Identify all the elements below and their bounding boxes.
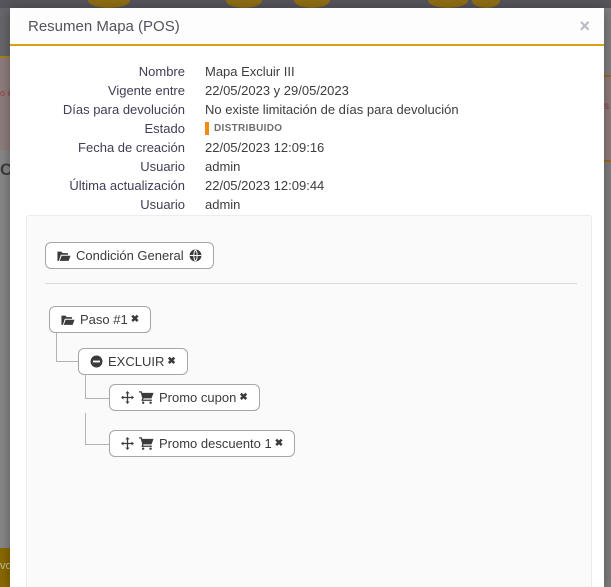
background-logo-blob — [226, 0, 262, 8]
summary-row: Estado DISTRIBUIDO — [10, 119, 604, 138]
remove-icon[interactable]: ✖ — [239, 392, 247, 403]
background-logo-blob — [472, 0, 500, 8]
background-heading-fragment: CI — [0, 160, 10, 179]
background-logo-blob — [88, 0, 130, 8]
background-alert-text-right: s — [604, 101, 609, 112]
status-text: DISTRIBUIDO — [214, 123, 283, 134]
tree-node-condicion-general[interactable]: Condición General — [45, 242, 214, 269]
summary-value: Mapa Excluir III — [205, 64, 295, 79]
resumen-mapa-modal: Resumen Mapa (POS) × Nombre Mapa Excluir… — [10, 8, 604, 587]
remove-icon[interactable]: ✖ — [131, 314, 139, 325]
close-icon[interactable]: × — [579, 17, 590, 35]
tree-connector — [85, 413, 110, 445]
tree-node-label: Promo descuento 1 — [159, 436, 272, 451]
tree-node-label: Condición General — [76, 248, 184, 263]
background-header-strip — [0, 8, 10, 56]
tree-node-excluir[interactable]: EXCLUIR ✖ — [78, 348, 188, 375]
tree-connector — [56, 331, 79, 362]
tree-node-label: Promo cupon — [159, 390, 237, 405]
move-icon[interactable] — [121, 391, 134, 404]
background-alert-text: o e — [0, 88, 10, 98]
modal-title: Resumen Mapa (POS) — [28, 17, 180, 35]
summary-row: Vigente entre 22/05/2023 y 29/05/2023 — [10, 81, 604, 100]
summary-label: Usuario — [140, 159, 185, 174]
folder-open-icon — [61, 314, 75, 326]
summary-row: Nombre Mapa Excluir III — [10, 62, 604, 81]
summary-row: Usuario admin — [10, 157, 604, 176]
background-button-fragment: vo — [0, 548, 10, 587]
summary-value: admin — [205, 159, 241, 174]
summary-value: 22/05/2023 12:09:44 — [205, 178, 325, 193]
globe-icon — [189, 249, 202, 262]
summary-label: Fecha de creación — [78, 140, 185, 155]
summary-row: Fecha de creación 22/05/2023 12:09:16 — [10, 138, 604, 157]
move-icon[interactable] — [121, 437, 134, 450]
remove-icon[interactable]: ✖ — [167, 356, 175, 367]
summary-label: Estado — [144, 121, 185, 136]
summary-row: Usuario admin — [10, 195, 604, 214]
summary-label: Días para devolución — [62, 102, 185, 117]
remove-icon[interactable]: ✖ — [275, 438, 283, 449]
summary-row: Última actualización 22/05/2023 12:09:44 — [10, 176, 604, 195]
summary-value: 22/05/2023 12:09:16 — [205, 140, 325, 155]
summary-value: admin — [205, 197, 241, 212]
tree-connector — [85, 373, 110, 399]
summary-label: Nombre — [138, 64, 185, 79]
modal-body: Nombre Mapa Excluir III Vigente entre 22… — [10, 46, 604, 587]
folder-open-icon — [57, 250, 71, 262]
status-badge: DISTRIBUIDO — [205, 119, 282, 138]
tree-node-label: EXCLUIR — [108, 354, 165, 369]
background-top-bar — [0, 0, 611, 8]
tree-node-paso-1[interactable]: Paso #1 ✖ — [49, 306, 152, 333]
background-alert-fragment: o e — [0, 58, 10, 150]
summary-value: 22/05/2023 y 29/05/2023 — [205, 83, 349, 98]
tree-panel: Condición General Paso #1 ✖ EXCLUIR ✖ Pr… — [26, 215, 592, 587]
tree-node-promo-descuento-1[interactable]: Promo descuento 1 ✖ — [109, 430, 296, 457]
tree-node-promo-cupon[interactable]: Promo cupon ✖ — [109, 384, 260, 411]
background-right-strip: s — [604, 8, 611, 587]
tree-divider — [45, 283, 577, 284]
background-logo-blob — [294, 0, 330, 8]
background-left-strip: o e CI vo — [0, 8, 10, 587]
modal-header: Resumen Mapa (POS) × — [10, 8, 604, 46]
tree-node-label: Paso #1 — [80, 312, 128, 327]
background-button-text: vo — [0, 560, 10, 572]
summary-value: No existe limitación de días para devolu… — [205, 102, 459, 117]
summary-row: Días para devolución No existe limitació… — [10, 100, 604, 119]
minus-circle-icon — [90, 355, 103, 368]
summary-label: Usuario — [140, 197, 185, 212]
status-indicator-bar — [205, 122, 209, 135]
summary-label: Vigente entre — [107, 83, 185, 98]
background-logo-blob — [428, 0, 468, 8]
background-alert-fragment-right: s — [604, 75, 611, 162]
map-summary: Nombre Mapa Excluir III Vigente entre 22… — [10, 62, 604, 214]
summary-label: Última actualización — [69, 178, 185, 193]
cart-icon — [139, 437, 154, 450]
cart-icon — [139, 391, 154, 404]
